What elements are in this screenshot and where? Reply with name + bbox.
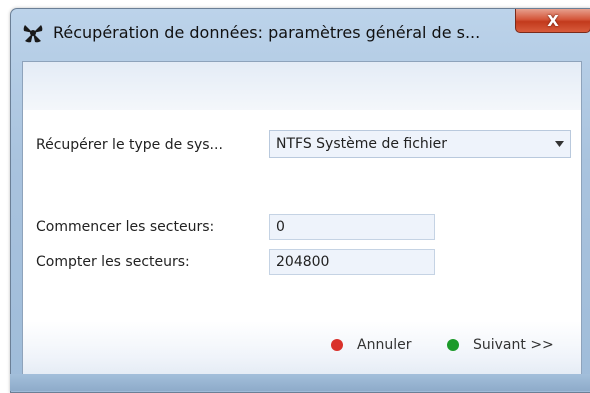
window-title: Récupération de données: paramètres géné…: [53, 23, 481, 42]
fs-type-select[interactable]: NTFS Système de fichier: [269, 130, 571, 158]
cancel-button[interactable]: Annuler: [331, 337, 411, 353]
window-bottom-border: [10, 374, 590, 391]
title-bar[interactable]: Récupération de données: paramètres géné…: [11, 9, 590, 59]
recovery-app-icon: [22, 22, 44, 44]
next-button[interactable]: Suivant >>: [447, 337, 554, 353]
dialog-content: Récupérer le type de sys... NTFS Système…: [22, 61, 582, 382]
next-label: Suivant >>: [473, 337, 554, 353]
dialog-window: Récupération de données: paramètres géné…: [10, 8, 590, 393]
close-button[interactable]: X: [515, 9, 590, 33]
green-dot-icon: [447, 339, 459, 351]
header-band: [23, 62, 581, 110]
close-icon: X: [547, 11, 559, 30]
start-sectors-input[interactable]: [269, 214, 435, 240]
chevron-down-icon[interactable]: [548, 131, 570, 157]
red-dot-icon: [331, 339, 343, 351]
count-sectors-input[interactable]: [269, 249, 435, 275]
count-sectors-label: Compter les secteurs:: [36, 254, 190, 270]
fs-type-value: NTFS Système de fichier: [276, 136, 448, 152]
cancel-label: Annuler: [357, 337, 412, 353]
start-sectors-label: Commencer les secteurs:: [36, 219, 215, 235]
fs-type-label: Récupérer le type de sys...: [36, 137, 223, 153]
